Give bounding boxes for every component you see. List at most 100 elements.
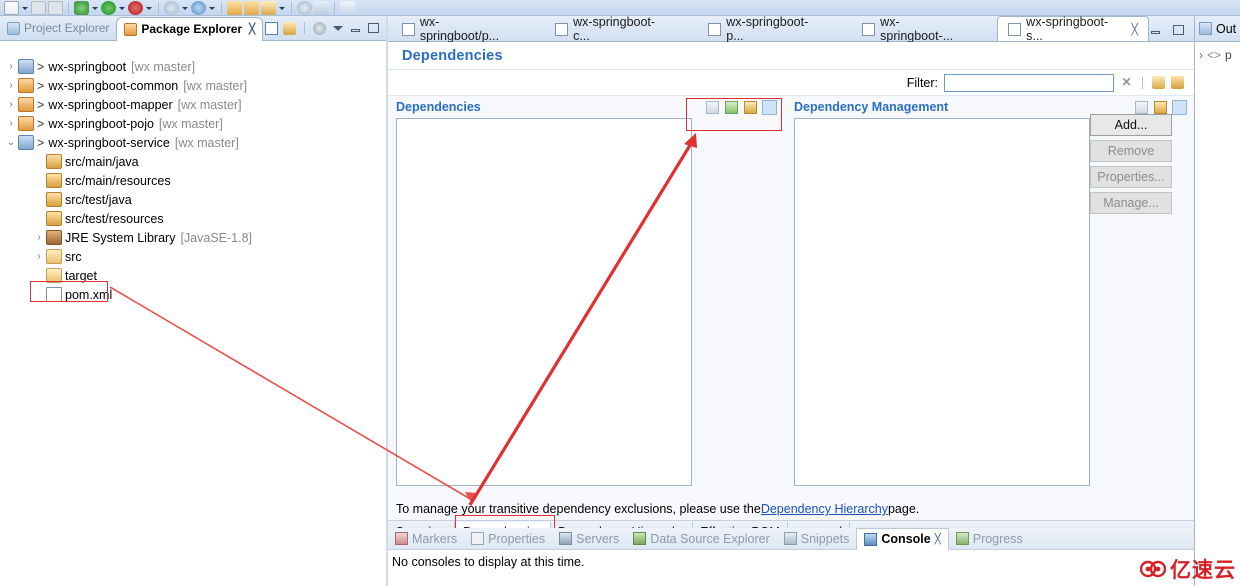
show-groupid-icon[interactable]: [1154, 100, 1167, 114]
twisty-collapsed-icon[interactable]: ›: [4, 99, 18, 110]
view-menu-icon[interactable]: [331, 22, 344, 35]
show-groupid-icon[interactable]: [744, 100, 757, 114]
bottom-tab-properties[interactable]: Properties: [464, 528, 552, 550]
tree-item-target[interactable]: target: [0, 266, 388, 285]
sort-icon[interactable]: [706, 100, 719, 114]
debug-dropdown-arrow-icon[interactable]: [118, 1, 126, 15]
run-icon[interactable]: [128, 0, 143, 15]
tree-item-label: src/main/java: [65, 154, 139, 169]
dirty-marker: >: [37, 135, 45, 150]
bottom-tab-markers[interactable]: Markers: [388, 528, 464, 550]
editor-tab-3[interactable]: wx-springboot-...: [852, 15, 981, 43]
filter-input[interactable]: [944, 73, 1114, 92]
pom-editor: wx-springboot/p... wx-springboot-c... wx…: [388, 15, 1194, 542]
bottom-tab-progress[interactable]: Progress: [949, 528, 1030, 550]
search-dropdown-arrow-icon[interactable]: [278, 1, 286, 15]
twisty-collapsed-icon[interactable]: ›: [4, 118, 18, 129]
restore-icon[interactable]: [1149, 24, 1162, 37]
expand-icon[interactable]: [1152, 76, 1165, 89]
tree-item-wx-springboot-pojo[interactable]: › > wx-springboot-pojo [wx master]: [0, 114, 388, 133]
twisty-expanded-icon[interactable]: ⌄: [4, 137, 18, 148]
misc-toolbar-icon[interactable]: [340, 0, 355, 15]
editor-tab-0[interactable]: wx-springboot/p...: [392, 15, 527, 43]
editor-tab-2[interactable]: wx-springboot-p...: [698, 15, 834, 43]
tree-item-wx-springboot-mapper[interactable]: › > wx-springboot-mapper [wx master]: [0, 95, 388, 114]
tab-project-explorer[interactable]: Project Explorer: [0, 16, 116, 41]
tree-item-label: target: [65, 268, 97, 283]
dependency-management-section-toolbar[interactable]: [1135, 99, 1187, 115]
tree-item-src-test-resources[interactable]: src/test/resources: [0, 209, 388, 228]
maximize-icon[interactable]: [367, 22, 380, 35]
dependencies-section-toolbar[interactable]: [706, 99, 777, 115]
bottom-tab-console[interactable]: Console ╳: [856, 527, 949, 550]
minimize-icon[interactable]: [349, 22, 362, 35]
tree-item-wx-springboot[interactable]: › > wx-springboot [wx master]: [0, 57, 388, 76]
twisty-collapsed-icon[interactable]: ›: [4, 61, 18, 72]
clear-filter-icon[interactable]: ✕: [1120, 76, 1133, 89]
build-dropdown-arrow-icon[interactable]: [91, 1, 99, 15]
tick-icon[interactable]: [297, 0, 312, 15]
new-file-dropdown-arrow-icon[interactable]: [21, 1, 29, 15]
collapse-all-icon[interactable]: [265, 21, 278, 35]
editor-tab-1[interactable]: wx-springboot-c...: [545, 15, 680, 43]
focus-icon[interactable]: [313, 21, 326, 35]
close-icon[interactable]: ╳: [1131, 23, 1138, 36]
tab-package-explorer[interactable]: Package Explorer ╳: [116, 16, 264, 41]
run-dropdown-arrow-icon[interactable]: [145, 1, 153, 15]
coverage-dropdown-arrow-icon[interactable]: [181, 1, 189, 15]
twisty-collapsed-icon[interactable]: ›: [32, 232, 46, 243]
open-type-icon[interactable]: [244, 0, 259, 15]
external-tools-icon[interactable]: [191, 0, 206, 15]
dependency-management-list[interactable]: [794, 118, 1090, 486]
link-with-editor-icon[interactable]: [283, 21, 296, 35]
bottom-tab-data-source-explorer-label: Data Source Explorer: [650, 531, 770, 546]
tree-item-wx-springboot-service[interactable]: ⌄ > wx-springboot-service [wx master]: [0, 133, 388, 152]
tree-item-src-main-java[interactable]: src/main/java: [0, 152, 388, 171]
package-explorer-view-toolbar[interactable]: [265, 21, 388, 35]
twisty-collapsed-icon[interactable]: ›: [4, 80, 18, 91]
dirty-marker: >: [37, 97, 45, 112]
package-explorer-tree[interactable]: › > wx-springboot [wx master] › > wx-springboo…: [0, 57, 388, 304]
twisty-collapsed-icon[interactable]: ›: [32, 251, 46, 262]
link-icon[interactable]: [1171, 76, 1184, 89]
coverage-icon[interactable]: [164, 0, 179, 15]
tree-item-src-main-resources[interactable]: src/main/resources: [0, 171, 388, 190]
outline-tabbar[interactable]: Out: [1195, 16, 1240, 42]
perspective-icon[interactable]: [314, 0, 329, 15]
bottom-tab-data-source-explorer[interactable]: Data Source Explorer: [626, 528, 777, 550]
close-icon[interactable]: ╳: [249, 24, 255, 35]
toolbar-separator: [334, 1, 335, 14]
tree-item-pom-xml[interactable]: pom.xml: [0, 285, 388, 304]
debug-icon[interactable]: [101, 0, 116, 15]
bottom-tab-snippets[interactable]: Snippets: [777, 528, 857, 550]
dirty-marker: >: [37, 116, 45, 131]
editor-window-buttons[interactable]: [1149, 24, 1194, 41]
flat-hierarchy-icon[interactable]: [762, 99, 777, 115]
open-folder-icon[interactable]: [227, 0, 242, 15]
save-icon[interactable]: [31, 0, 46, 15]
tree-item-jre system library[interactable]: › JRE System Library [JavaSE-1.8]: [0, 228, 388, 247]
sort-icon[interactable]: [1135, 100, 1148, 114]
toolbar-separator: [291, 1, 292, 14]
toolbar-separator: [221, 1, 222, 14]
dependency-hierarchy-link[interactable]: Dependency Hierarchy: [761, 502, 888, 516]
bottom-tab-servers[interactable]: Servers: [552, 528, 626, 550]
editor-tab-4[interactable]: wx-springboot-s... ╳: [997, 15, 1149, 43]
bottom-tab-markers-label: Markers: [412, 531, 458, 546]
maximize-icon[interactable]: [1172, 24, 1185, 37]
save-all-icon[interactable]: [48, 0, 63, 15]
tree-item-wx-springboot-common[interactable]: › > wx-springboot-common [wx master]: [0, 76, 388, 95]
outline-twisty-icon[interactable]: ›: [1199, 48, 1203, 62]
tree-item-src[interactable]: › src: [0, 247, 388, 266]
search-icon[interactable]: [261, 0, 276, 15]
external-tools-dropdown-arrow-icon[interactable]: [208, 1, 216, 15]
build-icon[interactable]: [74, 0, 89, 15]
dependencies-list[interactable]: [396, 118, 692, 486]
close-icon[interactable]: ╳: [935, 534, 941, 545]
tree-item-src-test-java[interactable]: src/test/java: [0, 190, 388, 209]
filter-icon[interactable]: [725, 100, 738, 114]
flat-hierarchy-icon[interactable]: [1172, 99, 1187, 115]
outline-root-row[interactable]: › <> p: [1195, 42, 1240, 62]
new-file-icon[interactable]: [4, 0, 19, 15]
global-toolbar[interactable]: [0, 0, 1240, 16]
